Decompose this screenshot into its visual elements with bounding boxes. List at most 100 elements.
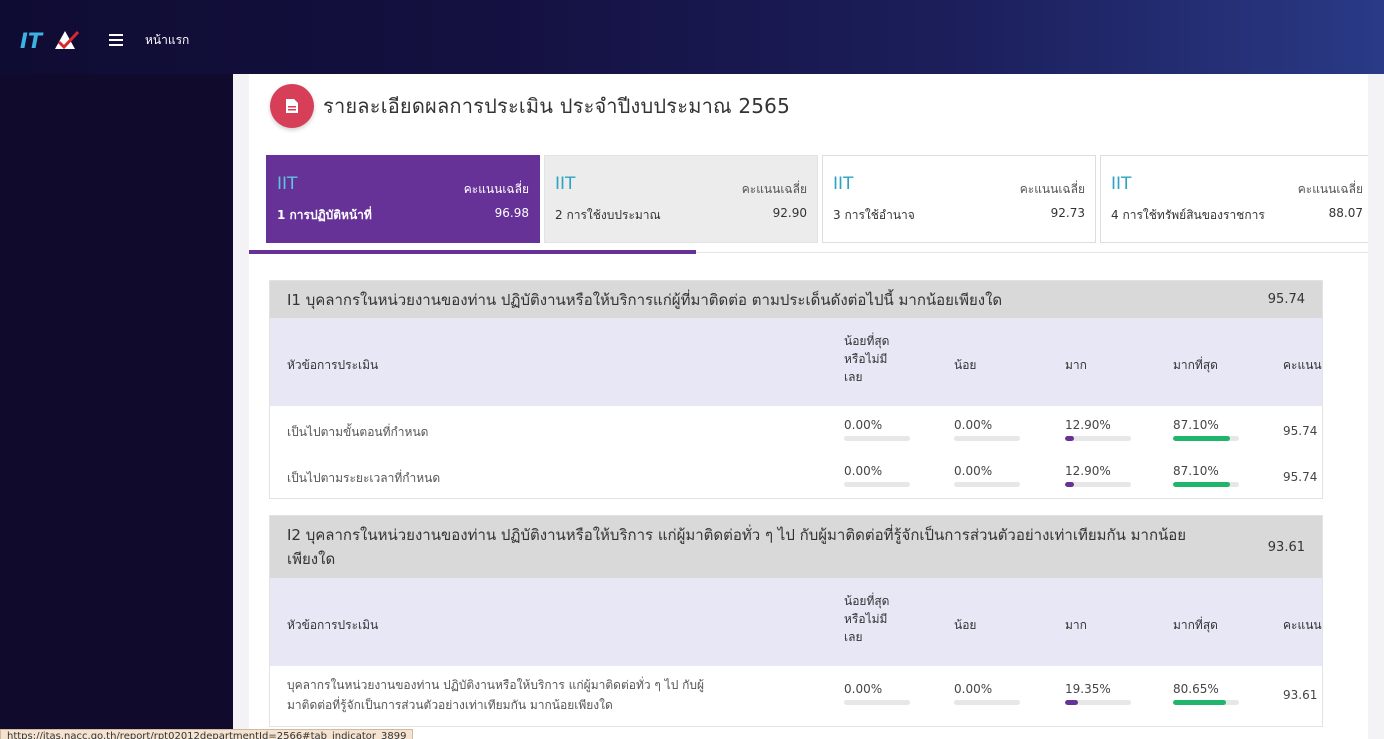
question-header: I2 บุคลากรในหน่วยงานของท่าน ปฏิบัติงานหร… <box>270 516 1322 578</box>
tab-score: 96.98 <box>494 206 529 220</box>
row-score: 95.74 <box>1283 470 1318 484</box>
main-content: รายละเอียดผลการประเมิน ประจำปีงบประมาณ 2… <box>249 74 1368 739</box>
menu-toggle-icon[interactable] <box>109 28 123 52</box>
col-less: น้อย <box>954 618 977 632</box>
col-more: มาก <box>1065 358 1087 372</box>
question-header: I1 บุคลากรในหน่วยงานของท่าน ปฏิบัติงานหร… <box>270 281 1322 318</box>
question-score: 95.74 <box>1267 292 1305 307</box>
tab-indicator-2[interactable]: IIT คะแนนเฉลี่ย 2 การใช้งบประมาณ 92.90 <box>544 155 818 243</box>
pct-value: 0.00% <box>954 418 993 432</box>
tab-name: 1 การปฏิบัติหน้าที่ <box>277 208 372 222</box>
tab-name: 4 การใช้ทรัพย์สินของราชการ <box>1111 208 1265 222</box>
col-least: น้อยที่สุดหรือไม่มีเลย <box>844 592 889 646</box>
table-row: เป็นไปตามระยะเวลาที่กำหนด 0.00% 0.00% 12… <box>270 452 1322 498</box>
tab-avg-label: คะแนนเฉลี่ย <box>1297 182 1363 196</box>
pct-value: 87.10% <box>1173 418 1219 432</box>
cell-most: 80.65% <box>1173 682 1239 705</box>
progress-bar <box>1173 436 1239 441</box>
column-header-row: หัวข้อการประเมิน น้อยที่สุด หรือไม่มี เลย … <box>270 318 1322 406</box>
home-link[interactable]: หน้าแรก <box>145 28 189 52</box>
progress-bar <box>954 700 1020 705</box>
cell-more: 12.90% <box>1065 418 1131 441</box>
question-text: I2 บุคลากรในหน่วยงานของท่าน ปฏิบัติงานหร… <box>287 523 1186 571</box>
progress-bar <box>1065 700 1131 705</box>
question-text: I1 บุคลากรในหน่วยงานของท่าน ปฏิบัติงานหร… <box>287 290 1003 309</box>
status-bar-url: https://itas.nacc.go.th/report/rpt02012d… <box>0 729 414 739</box>
row-topic: เป็นไปตามระยะเวลาที่กำหนด <box>287 471 441 485</box>
col-least-line: น้อยที่สุด <box>844 334 890 348</box>
ita-logo[interactable]: IT <box>20 28 92 52</box>
pct-value: 12.90% <box>1065 464 1111 478</box>
sidebar <box>0 74 233 739</box>
cell-least: 0.00% <box>844 418 910 441</box>
col-least-line: เลย <box>844 370 863 384</box>
active-tab-indicator <box>249 250 696 254</box>
tab-code: IIT <box>277 174 298 194</box>
cell-most: 87.10% <box>1173 418 1239 441</box>
question-line: I2 บุคลากรในหน่วยงานของท่าน ปฏิบัติงานหร… <box>287 526 1187 544</box>
tab-indicator-1[interactable]: IIT คะแนนเฉลี่ย 1 การปฏิบัติหน้าที่ 96.9… <box>266 155 540 243</box>
tab-avg-label: คะแนนเฉลี่ย <box>463 182 529 196</box>
pct-value: 0.00% <box>844 464 883 478</box>
cell-more: 19.35% <box>1065 682 1131 705</box>
pct-value: 19.35% <box>1065 682 1111 696</box>
pct-value: 80.65% <box>1173 682 1219 696</box>
progress-fill <box>1173 482 1231 487</box>
col-most: มากที่สุด <box>1173 358 1218 372</box>
col-topic: หัวข้อการประเมิน <box>287 358 379 372</box>
progress-bar <box>954 482 1020 487</box>
progress-fill <box>1065 436 1074 441</box>
tab-name: 3 การใช้อำนาจ <box>833 208 915 222</box>
progress-bar <box>1065 482 1131 487</box>
document-icon <box>270 84 314 128</box>
row-score: 93.61 <box>1283 688 1318 702</box>
col-least-line: เลย <box>844 630 863 644</box>
pct-value: 0.00% <box>844 682 883 696</box>
table-row: บุคลากรในหน่วยงานของท่าน ปฏิบัติงานหรือใ… <box>270 666 1322 726</box>
tab-indicator-4[interactable]: IIT คะแนนเฉลี่ย 4 การใช้ทรัพย์สินของราชก… <box>1100 155 1368 243</box>
row-topic-line: มาติดต่อที่รู้จักเป็นการส่วนตัวอย่างเท่า… <box>287 698 613 712</box>
col-least-line: หรือไม่มี <box>844 612 888 626</box>
col-least-line: หรือไม่มี <box>844 352 888 366</box>
question-line: เพียงใด <box>287 550 336 568</box>
cell-least: 0.00% <box>844 682 910 705</box>
row-topic-line: บุคลากรในหน่วยงานของท่าน ปฏิบัติงานหรือใ… <box>287 678 705 692</box>
progress-bar <box>1173 482 1239 487</box>
col-topic: หัวข้อการประเมิน <box>287 618 379 632</box>
col-score: คะแนน <box>1283 618 1322 632</box>
progress-bar <box>844 436 910 441</box>
col-score: คะแนน <box>1283 358 1322 372</box>
question-card-i1: I1 บุคลากรในหน่วยงานของท่าน ปฏิบัติงานหร… <box>269 280 1323 499</box>
row-score: 95.74 <box>1283 424 1318 438</box>
cell-more: 12.90% <box>1065 464 1131 487</box>
progress-fill <box>1065 700 1078 705</box>
progress-bar <box>1065 436 1131 441</box>
col-more: มาก <box>1065 618 1087 632</box>
tab-code: IIT <box>1111 174 1132 194</box>
cell-less: 0.00% <box>954 464 1020 487</box>
progress-bar <box>1173 700 1239 705</box>
tab-indicator-3[interactable]: IIT คะแนนเฉลี่ย 3 การใช้อำนาจ 92.73 <box>822 155 1096 243</box>
progress-fill <box>1173 700 1227 705</box>
indicator-tabs: IIT คะแนนเฉลี่ย 1 การปฏิบัติหน้าที่ 96.9… <box>266 155 1368 243</box>
top-navbar: IT หน้าแรก <box>0 0 1384 74</box>
cell-less: 0.00% <box>954 682 1020 705</box>
cell-most: 87.10% <box>1173 464 1239 487</box>
pct-value: 0.00% <box>844 418 883 432</box>
progress-bar <box>844 700 910 705</box>
tab-score: 92.73 <box>1050 206 1085 220</box>
tab-code: IIT <box>555 174 576 194</box>
tab-name: 2 การใช้งบประมาณ <box>555 208 661 222</box>
progress-fill <box>1173 436 1231 441</box>
progress-bar <box>954 436 1020 441</box>
pct-value: 12.90% <box>1065 418 1111 432</box>
cell-less: 0.00% <box>954 418 1020 441</box>
tab-score: 88.07 <box>1328 206 1363 220</box>
row-topic: เป็นไปตามขั้นตอนที่กำหนด <box>287 425 429 439</box>
row-topic: บุคลากรในหน่วยงานของท่าน ปฏิบัติงานหรือใ… <box>287 675 704 715</box>
table-row: เป็นไปตามขั้นตอนที่กำหนด 0.00% 0.00% 12.… <box>270 406 1322 452</box>
question-card-i2: I2 บุคลากรในหน่วยงานของท่าน ปฏิบัติงานหร… <box>269 515 1323 727</box>
tab-code: IIT <box>833 174 854 194</box>
col-least-line: น้อยที่สุด <box>844 594 890 608</box>
progress-bar <box>844 482 910 487</box>
